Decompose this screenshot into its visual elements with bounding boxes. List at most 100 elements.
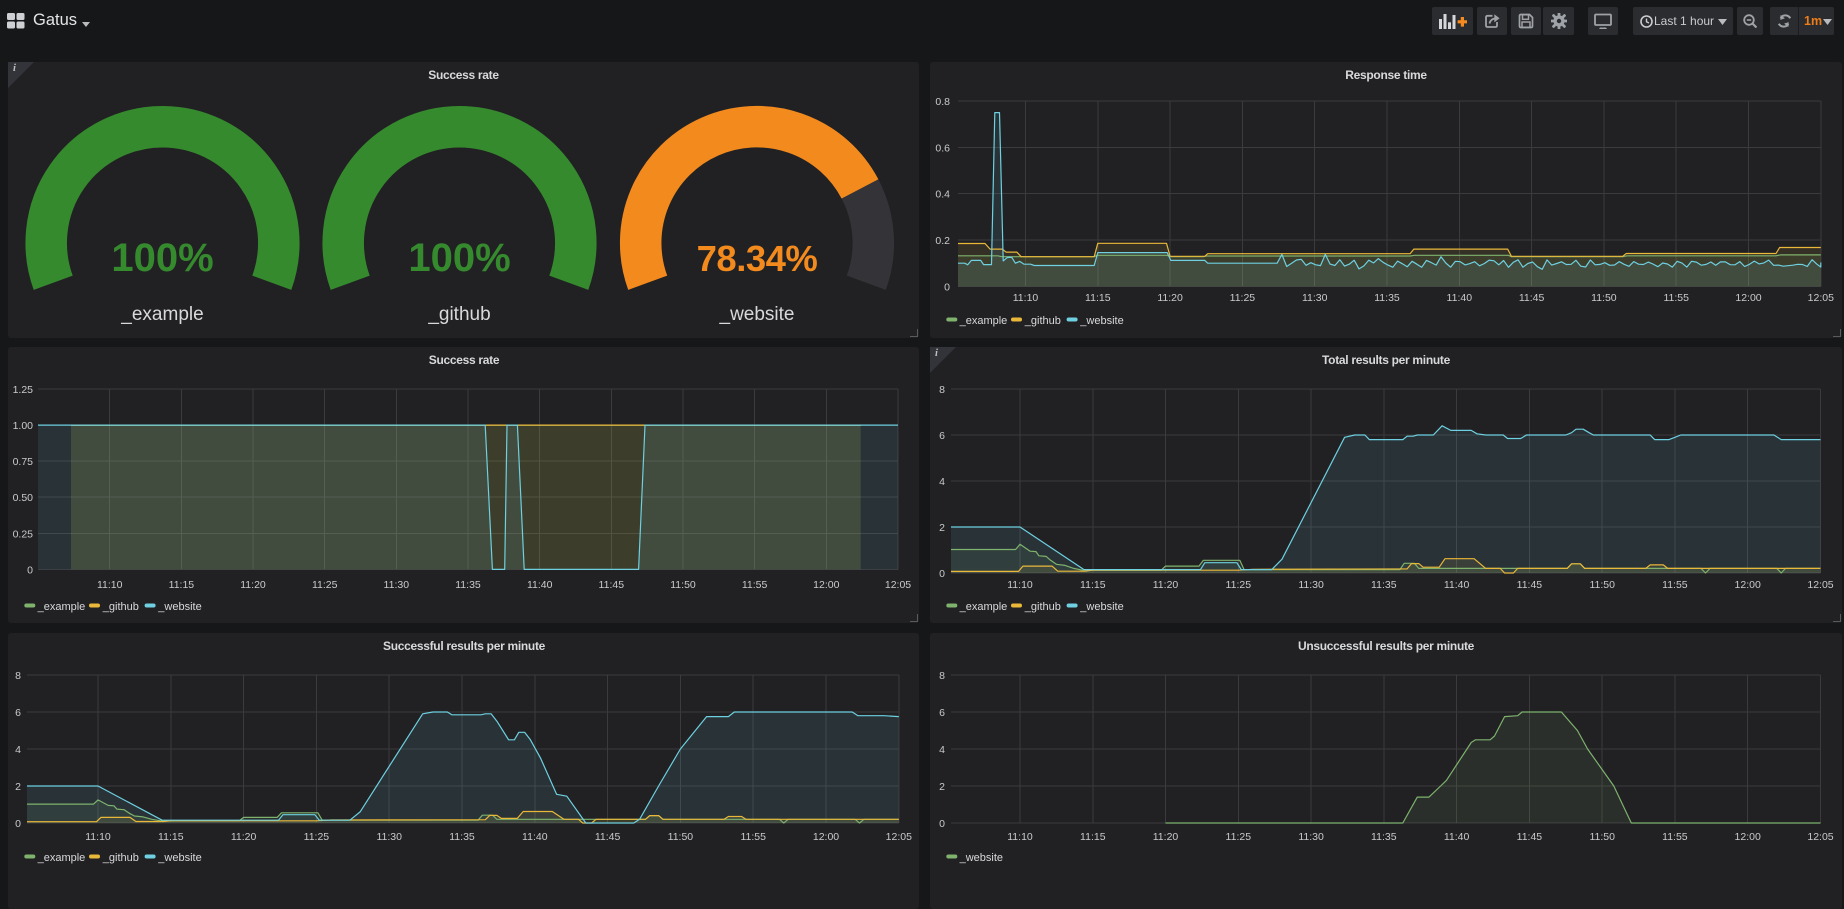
svg-text:Successful results per minute: Successful results per minute (383, 639, 546, 653)
svg-text:12:00: 12:00 (813, 579, 839, 591)
svg-text:11:15: 11:15 (158, 831, 184, 843)
svg-text:_example: _example (959, 601, 1008, 613)
svg-text:0.75: 0.75 (13, 456, 34, 468)
svg-text:8: 8 (939, 384, 945, 396)
svg-text:12:00: 12:00 (813, 831, 839, 843)
svg-text:0: 0 (944, 281, 950, 293)
svg-text:11:35: 11:35 (1374, 292, 1400, 304)
svg-text:12:00: 12:00 (1735, 831, 1761, 843)
svg-text:11:55: 11:55 (1662, 579, 1688, 591)
svg-text:12:00: 12:00 (1735, 579, 1761, 591)
svg-text:2: 2 (15, 781, 21, 793)
svg-text:11:10: 11:10 (1007, 579, 1033, 591)
svg-text:11:10: 11:10 (1013, 292, 1039, 304)
svg-text:_website: _website (1079, 315, 1123, 327)
svg-text:11:40: 11:40 (1447, 292, 1473, 304)
svg-text:4: 4 (15, 744, 21, 756)
svg-text:11:30: 11:30 (384, 579, 410, 591)
svg-text:0.8: 0.8 (935, 96, 950, 108)
svg-text:11:55: 11:55 (742, 579, 768, 591)
svg-text:11:30: 11:30 (1298, 579, 1324, 591)
svg-text:11:45: 11:45 (595, 831, 621, 843)
svg-text:11:10: 11:10 (85, 831, 111, 843)
svg-text:0.6: 0.6 (935, 142, 950, 154)
svg-text:11:45: 11:45 (599, 579, 625, 591)
svg-text:11:20: 11:20 (1153, 831, 1179, 843)
svg-text:11:25: 11:25 (1230, 292, 1256, 304)
svg-text:12:00: 12:00 (1735, 292, 1761, 304)
svg-text:4: 4 (939, 476, 945, 488)
svg-text:Total results per minute: Total results per minute (1322, 353, 1451, 367)
svg-text:11:50: 11:50 (670, 579, 696, 591)
svg-text:11:15: 11:15 (1080, 831, 1106, 843)
svg-text:11:50: 11:50 (1589, 831, 1615, 843)
svg-text:_example: _example (37, 601, 86, 613)
svg-text:_website: _website (157, 601, 201, 613)
svg-text:11:45: 11:45 (1517, 579, 1543, 591)
svg-text:11:35: 11:35 (455, 579, 481, 591)
svg-text:11:20: 11:20 (231, 831, 257, 843)
svg-text:11:55: 11:55 (740, 831, 766, 843)
svg-text:1.00: 1.00 (13, 420, 34, 432)
svg-text:100%: 100% (111, 236, 213, 280)
svg-text:_website: _website (1079, 601, 1123, 613)
svg-text:11:25: 11:25 (304, 831, 330, 843)
svg-text:11:25: 11:25 (312, 579, 338, 591)
svg-text:6: 6 (939, 707, 945, 719)
svg-text:_website: _website (959, 852, 1003, 864)
svg-text:4: 4 (939, 744, 945, 756)
svg-text:12:05: 12:05 (1808, 292, 1834, 304)
svg-text:11:45: 11:45 (1517, 831, 1543, 843)
svg-text:2: 2 (939, 781, 945, 793)
svg-text:11:30: 11:30 (376, 831, 402, 843)
svg-text:11:25: 11:25 (1226, 831, 1252, 843)
svg-text:11:20: 11:20 (1157, 292, 1183, 304)
svg-text:_github: _github (102, 852, 139, 864)
svg-text:11:35: 11:35 (1371, 831, 1397, 843)
svg-text:11:30: 11:30 (1298, 831, 1324, 843)
svg-text:0: 0 (27, 564, 33, 576)
svg-text:11:50: 11:50 (668, 831, 694, 843)
svg-text:11:10: 11:10 (1007, 831, 1033, 843)
svg-text:_example: _example (959, 315, 1008, 327)
svg-text:12:05: 12:05 (886, 831, 912, 843)
svg-text:0.25: 0.25 (13, 528, 34, 540)
svg-text:8: 8 (939, 670, 945, 682)
svg-text:0: 0 (939, 818, 945, 830)
svg-text:Success rate: Success rate (429, 353, 500, 367)
svg-text:11:40: 11:40 (1444, 579, 1470, 591)
svg-text:2: 2 (939, 522, 945, 534)
svg-text:11:10: 11:10 (97, 579, 123, 591)
svg-text:8: 8 (15, 670, 21, 682)
svg-text:0: 0 (939, 568, 945, 580)
svg-text:12:05: 12:05 (1807, 579, 1833, 591)
svg-text:11:55: 11:55 (1662, 831, 1688, 843)
svg-text:_website: _website (719, 304, 795, 325)
svg-text:_website: _website (157, 852, 201, 864)
svg-text:11:50: 11:50 (1591, 292, 1617, 304)
svg-text:_github: _github (102, 601, 139, 613)
svg-text:11:35: 11:35 (449, 831, 475, 843)
svg-text:_example: _example (120, 304, 203, 325)
svg-text:11:15: 11:15 (1080, 579, 1106, 591)
svg-text:11:45: 11:45 (1519, 292, 1545, 304)
svg-text:11:35: 11:35 (1371, 579, 1397, 591)
svg-text:11:40: 11:40 (522, 831, 548, 843)
svg-text:12:05: 12:05 (885, 579, 911, 591)
svg-text:0.2: 0.2 (935, 235, 950, 247)
svg-text:11:55: 11:55 (1663, 292, 1689, 304)
svg-text:78.34%: 78.34% (697, 238, 818, 279)
svg-text:11:15: 11:15 (169, 579, 195, 591)
svg-text:0.4: 0.4 (935, 189, 950, 201)
svg-text:Response time: Response time (1345, 68, 1427, 82)
svg-text:11:50: 11:50 (1589, 579, 1615, 591)
svg-text:_github: _github (1024, 601, 1061, 613)
svg-text:6: 6 (15, 707, 21, 719)
svg-text:11:20: 11:20 (1153, 579, 1179, 591)
svg-text:11:30: 11:30 (1302, 292, 1328, 304)
svg-text:_example: _example (37, 852, 86, 864)
svg-text:11:40: 11:40 (1444, 831, 1470, 843)
svg-text:_github: _github (1024, 315, 1061, 327)
svg-text:Unsuccessful results per minut: Unsuccessful results per minute (1298, 639, 1475, 653)
svg-text:6: 6 (939, 430, 945, 442)
